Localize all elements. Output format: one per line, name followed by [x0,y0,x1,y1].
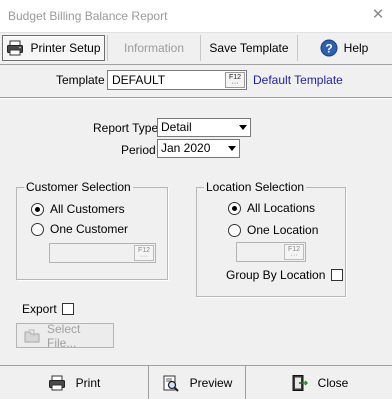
customer-lookup-button[interactable]: F12 ··· [134,245,154,261]
customer-lookup-label: F12 [137,247,151,254]
one-location-label: One Location [247,223,319,237]
chevron-down-icon [239,125,247,130]
help-icon: ? [320,39,338,57]
information-button[interactable]: Information [107,35,200,61]
toolbar-divider [0,64,392,65]
preview-button[interactable]: Preview [148,366,245,399]
template-input[interactable]: DEFAULT F12 ··· [107,70,247,90]
period-select[interactable]: Jan 2020 [157,139,240,158]
report-type-value: Detail [161,120,192,134]
template-lookup-button[interactable]: F12 ··· [225,72,245,88]
preview-icon [162,374,180,392]
period-value: Jan 2020 [161,141,211,155]
select-file-button[interactable]: Select File... [16,321,114,350]
action-bar: Print Preview Close [0,366,392,399]
checkbox-unchecked-icon [61,303,74,315]
template-description: Default Template [253,73,343,87]
group-by-location-checkbox[interactable]: Group By Location [226,268,344,282]
all-customers-label: All Customers [50,202,125,216]
information-label: Information [123,41,185,55]
help-button[interactable]: ? Help [297,35,390,61]
all-customers-radio[interactable]: All Customers [31,202,125,216]
location-lookup-label: F12 [287,246,301,253]
one-customer-label: One Customer [50,222,129,236]
all-locations-label: All Locations [247,201,316,215]
checkbox-unchecked-icon [331,269,344,281]
printer-setup-label: Printer Setup [30,41,101,55]
location-input[interactable]: F12 ··· [236,242,306,262]
template-label: Template [56,73,105,87]
printer-setup-icon [6,39,24,57]
radio-unchecked-icon [31,222,44,236]
save-template-button[interactable]: Save Template [200,35,297,61]
group-by-location-label: Group By Location [226,268,326,282]
radio-checked-icon [228,201,241,215]
location-selection-legend: Location Selection [204,180,307,194]
template-lookup-label: F12 [228,74,242,81]
print-label: Print [75,375,101,390]
radio-unchecked-icon [228,223,241,237]
print-button[interactable]: Print [0,366,148,399]
exit-door-icon [290,374,308,392]
chevron-down-icon [228,146,236,151]
help-label: Help [343,41,369,55]
toolbar: Printer Setup Information Save Template … [0,34,392,64]
close-label: Close [317,375,349,390]
file-icon [23,328,41,344]
printer-setup-button[interactable]: Printer Setup [2,35,105,61]
close-button[interactable]: Close [245,366,392,399]
close-window-icon[interactable]: ✕ [370,7,386,23]
svg-text:?: ? [325,42,332,56]
print-icon [48,374,66,392]
template-value: DEFAULT [112,73,166,87]
one-location-radio[interactable]: One Location [228,223,318,237]
export-checkbox[interactable]: Export [22,302,74,316]
customer-selection-legend: Customer Selection [24,180,133,194]
one-customer-radio[interactable]: One Customer [31,222,128,236]
period-label: Period [121,143,156,157]
all-locations-radio[interactable]: All Locations [228,201,315,215]
preview-label: Preview [189,375,233,390]
location-lookup-button[interactable]: F12 ··· [284,244,304,260]
template-divider-highlight [0,98,392,99]
radio-checked-icon [31,202,44,216]
window-title: Budget Billing Balance Report [8,9,168,23]
report-type-label: Report Type [93,121,159,135]
select-file-label: Select File... [47,321,81,350]
customer-input[interactable]: F12 ··· [49,243,156,263]
report-type-select[interactable]: Detail [157,118,251,137]
save-template-label: Save Template [209,41,289,55]
export-label: Export [22,302,57,316]
title-bar: Budget Billing Balance Report ✕ [0,0,392,33]
